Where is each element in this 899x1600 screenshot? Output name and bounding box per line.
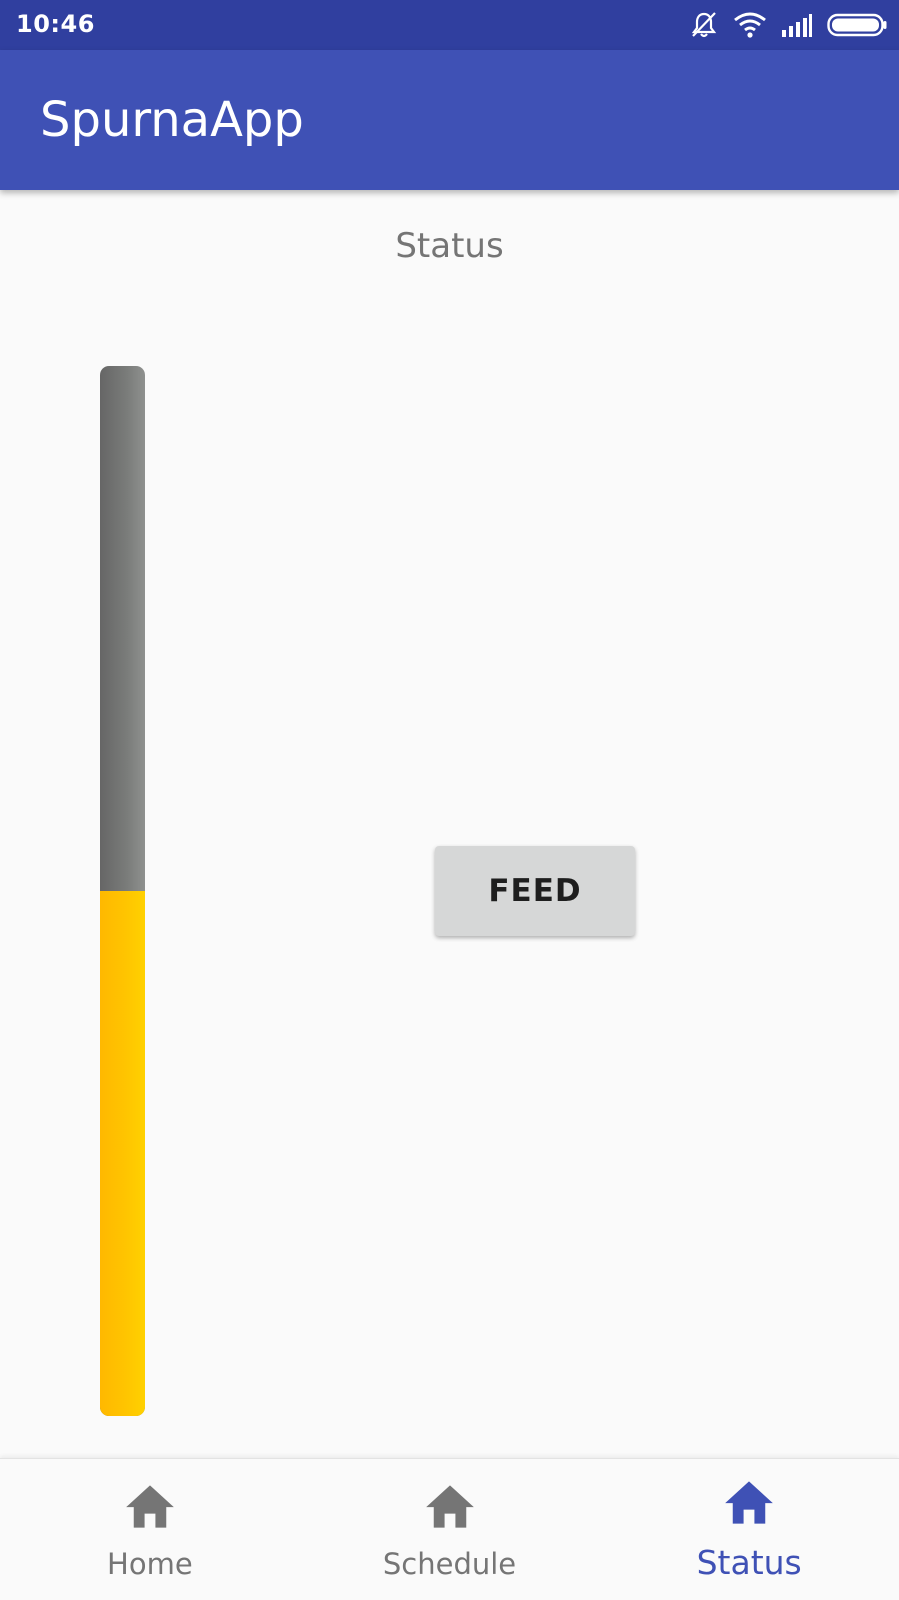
nav-item-schedule[interactable]: Schedule (300, 1459, 600, 1600)
notifications-off-icon (691, 12, 717, 38)
app-title: SpurnaApp (40, 92, 304, 148)
status-icons (689, 8, 887, 42)
level-indicator-fill (100, 891, 145, 1416)
level-indicator (100, 366, 145, 1416)
signal-icon (782, 14, 812, 37)
status-bar: 10:46 (0, 0, 899, 50)
nav-item-home[interactable]: Home (0, 1459, 300, 1600)
feed-button[interactable]: FEED (435, 846, 635, 936)
nav-item-label: Schedule (382, 1547, 517, 1581)
home-icon (125, 1485, 174, 1528)
bottom-navigation: Home Schedule Status (0, 1458, 899, 1600)
nav-item-label: Home (107, 1547, 193, 1581)
status-time: 10:46 (16, 10, 95, 38)
battery-icon (827, 13, 887, 37)
home-icon (725, 1481, 774, 1524)
home-icon (425, 1485, 474, 1528)
wifi-icon (734, 12, 766, 38)
nav-item-status[interactable]: Status (599, 1459, 899, 1600)
nav-item-label: Status (696, 1543, 802, 1582)
app-bar: SpurnaApp (0, 50, 899, 190)
page-title: Status (395, 226, 504, 266)
